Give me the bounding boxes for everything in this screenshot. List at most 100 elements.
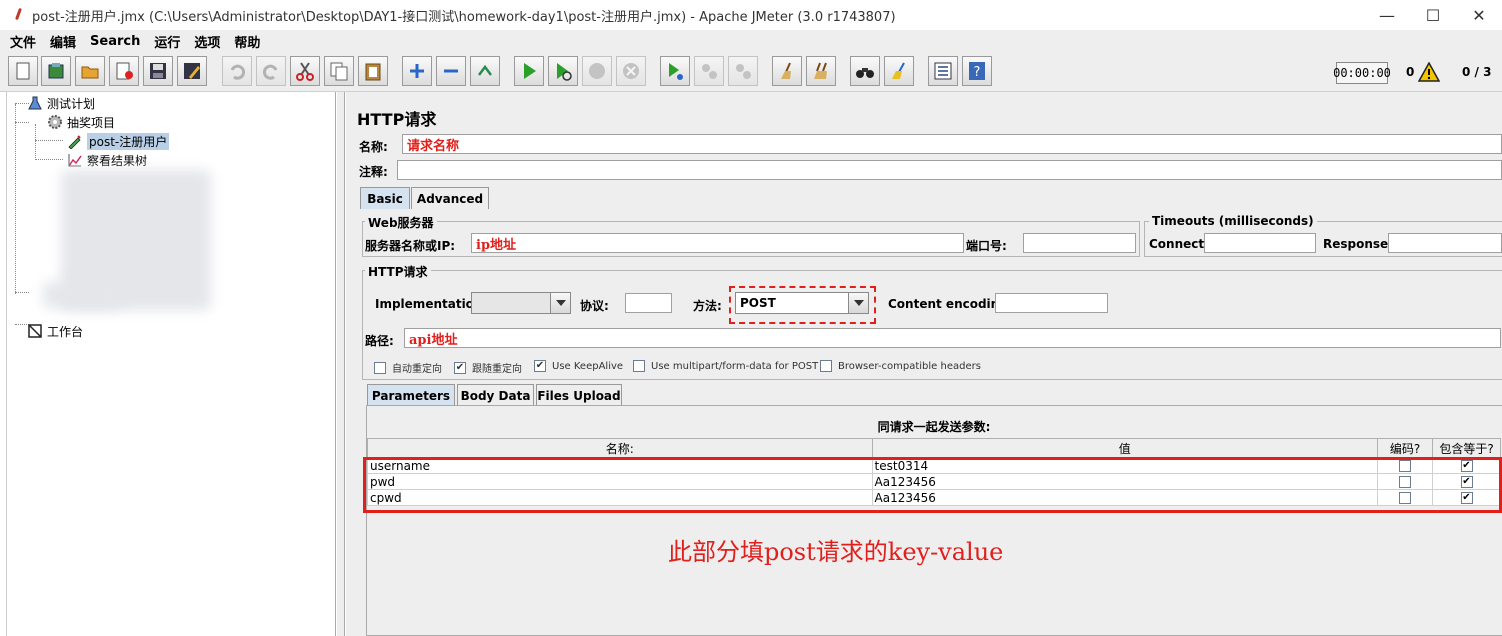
tab-advanced[interactable]: Advanced [411,187,489,209]
tab-basic[interactable]: Basic [360,187,410,209]
encode-cell[interactable] [1377,489,1434,506]
paste-button[interactable] [358,56,388,86]
column-include-equals[interactable]: 包含等于? [1432,438,1501,458]
clear-button[interactable] [772,56,802,86]
menu-help[interactable]: 帮助 [234,32,260,51]
tab-files-upload[interactable]: Files Upload [536,384,622,406]
table-row[interactable]: pwd Aa123456 ✔ [367,473,1501,490]
remote-start-button[interactable] [660,56,690,86]
param-value[interactable]: test0314 [871,457,1379,474]
search-button[interactable] [850,56,880,86]
protocol-field[interactable] [625,293,672,313]
checkbox-box[interactable] [1399,460,1412,472]
menu-search[interactable]: Search [90,34,140,49]
collapse-all-button[interactable] [436,56,466,86]
panel-splitter[interactable] [337,92,345,636]
checkmark-icon[interactable]: ✔ [1460,476,1473,488]
help-button[interactable]: ? [962,56,992,86]
tree-label: 抽奖项目 [67,115,116,130]
reset-search-button[interactable] [884,56,914,86]
name-value: 请求名称 [407,138,460,154]
redo-button[interactable] [256,56,286,86]
tree-node-thread-group[interactable]: 抽奖项目 [47,113,115,131]
tree-node-test-plan[interactable]: 测试计划 [27,94,95,112]
expand-all-button[interactable] [402,56,432,86]
column-name[interactable]: 名称: [367,438,873,458]
function-helper-button[interactable] [928,56,958,86]
close-file-button[interactable] [109,56,139,86]
checkmark-icon[interactable]: ✔ [1460,492,1473,504]
toggle-button[interactable] [470,56,500,86]
browser-headers-checkbox[interactable]: Browser-compatible headers [820,360,981,372]
minimize-button[interactable]: — [1364,0,1410,30]
table-row[interactable]: cpwd Aa123456 ✔ [367,489,1501,506]
encode-cell[interactable] [1377,473,1434,490]
tab-parameters[interactable]: Parameters [367,384,455,406]
response-label: Response: [1323,237,1393,251]
menu-run[interactable]: 运行 [154,32,180,51]
remote-shutdown-button[interactable] [728,56,758,86]
maximize-button[interactable]: ☐ [1410,0,1456,30]
shutdown-button[interactable] [616,56,646,86]
implementation-select[interactable] [471,292,571,314]
remote-stop-button[interactable] [694,56,724,86]
tree-label: 察看结果树 [87,153,148,168]
save-button[interactable] [143,56,173,86]
path-label: 路径: [365,334,394,348]
tab-body-data[interactable]: Body Data [457,384,534,406]
param-value[interactable]: Aa123456 [871,489,1379,506]
include-equals-cell[interactable]: ✔ [1432,489,1501,506]
tree-node-http-sampler[interactable]: post-注册用户 [67,132,170,150]
param-name[interactable]: username [367,457,873,474]
include-equals-cell[interactable]: ✔ [1432,473,1501,490]
column-value[interactable]: 值 [871,438,1379,458]
checkmark-icon: ✔ [534,360,546,372]
checkmark-icon[interactable]: ✔ [1460,460,1473,472]
checkbox-box[interactable] [1399,476,1412,488]
cut-button[interactable] [290,56,320,86]
tree-label: post-注册用户 [87,132,170,150]
response-timeout-field[interactable] [1388,233,1502,253]
auto-redirect-checkbox[interactable]: 自动重定向 [374,360,442,375]
name-field[interactable]: 请求名称 [402,134,1502,154]
menu-edit[interactable]: 编辑 [50,32,76,51]
server-value: ip地址 [476,237,517,253]
param-name[interactable]: cpwd [367,489,873,506]
comment-field[interactable] [397,160,1502,180]
new-button[interactable] [8,56,38,86]
method-select[interactable]: POST [735,292,869,314]
copy-button[interactable] [324,56,354,86]
keepalive-checkbox[interactable]: ✔ Use KeepAlive [534,360,623,372]
multipart-checkbox[interactable]: Use multipart/form-data for POST [633,360,818,372]
follow-redirect-checkbox[interactable]: ✔ 跟随重定向 [454,360,522,375]
connect-timeout-field[interactable] [1204,233,1316,253]
column-encode[interactable]: 编码? [1377,438,1434,458]
server-field[interactable]: ip地址 [471,233,964,253]
table-row[interactable]: username test0314 ✔ [367,457,1501,474]
encode-cell[interactable] [1377,457,1434,474]
menu-file[interactable]: 文件 [10,32,36,51]
clear-all-button[interactable] [806,56,836,86]
protocol-label: 协议: [580,299,609,313]
include-equals-cell[interactable]: ✔ [1432,457,1501,474]
warning-icon[interactable] [1418,62,1440,82]
save-as-button[interactable] [177,56,207,86]
tree-node-results-tree[interactable]: 察看结果树 [67,151,147,169]
undo-button[interactable] [222,56,252,86]
port-field[interactable] [1023,233,1136,253]
param-name[interactable]: pwd [367,473,873,490]
close-button[interactable]: ✕ [1456,0,1502,30]
path-field[interactable]: api地址 [404,328,1501,348]
tree-node-workbench[interactable]: 工作台 [27,322,83,340]
param-value[interactable]: Aa123456 [871,473,1379,490]
open-button[interactable] [75,56,105,86]
templates-button[interactable] [41,56,71,86]
chevron-down-icon [550,293,570,313]
checkbox-box[interactable] [1399,492,1412,504]
toolbar: ? 00:00:00 0 0 / 3 [0,52,1502,92]
content-encoding-field[interactable] [995,293,1108,313]
start-no-pause-button[interactable] [548,56,578,86]
menu-options[interactable]: 选项 [194,32,220,51]
start-button[interactable] [514,56,544,86]
stop-button[interactable] [582,56,612,86]
